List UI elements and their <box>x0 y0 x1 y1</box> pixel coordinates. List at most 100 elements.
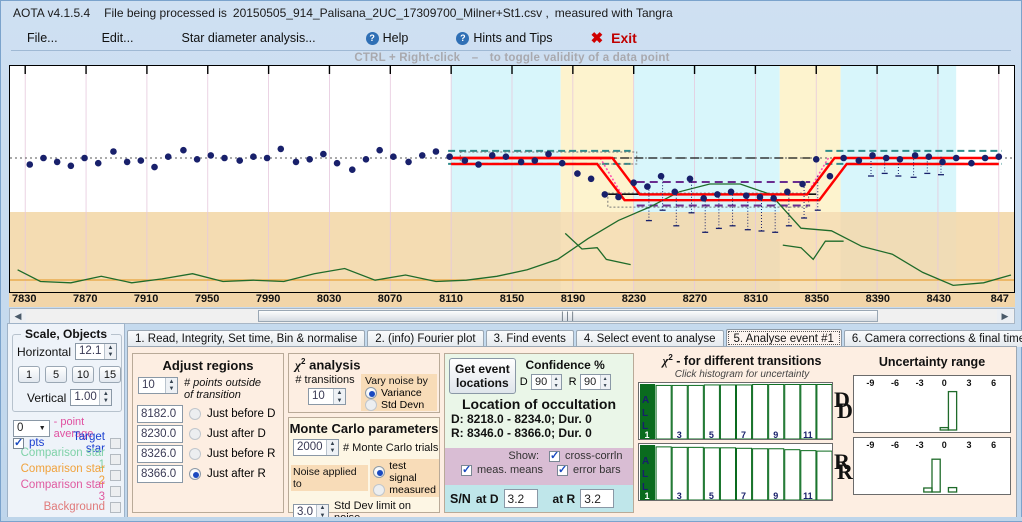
stepper-up-icon-6[interactable]: ▲ <box>317 505 328 513</box>
checkbox-object-4[interactable] <box>110 501 121 513</box>
svg-text:3: 3 <box>677 430 682 439</box>
x-tick-label-7: 8110 <box>439 293 463 305</box>
object-label-3: Comparison star 3 <box>20 479 105 503</box>
checkbox-meas-means[interactable] <box>461 463 472 476</box>
tab-3[interactable]: 3. Find events <box>485 330 574 347</box>
hint-left: CTRL + Right-click <box>354 52 461 64</box>
checkbox-object-0[interactable] <box>110 437 121 449</box>
object-label-4: Background <box>43 501 105 513</box>
object-row-comparison-star-3: Comparison star 3 <box>13 479 121 503</box>
vertical-stepper-buttons[interactable]: ▲ ▼ <box>99 390 112 406</box>
transitions-panel-title: - for different transitions <box>676 354 822 369</box>
zoom-preset-1[interactable]: 1 <box>18 366 40 383</box>
zoom-preset-15[interactable]: 15 <box>99 366 121 383</box>
stepper-up-icon-5[interactable]: ▲ <box>327 440 338 448</box>
tab-5[interactable]: 5. Analyse event #1 <box>725 329 842 347</box>
noise-applied-radio-1[interactable] <box>373 484 386 496</box>
vertical-scale-stepper[interactable]: 1.00 ▲ ▼ <box>70 389 113 406</box>
vary-noise-radio-1[interactable] <box>365 399 377 412</box>
stepper-down-icon[interactable]: ▼ <box>105 352 116 360</box>
stepper-up-icon-3[interactable]: ▲ <box>166 378 177 386</box>
light-curve-plot[interactable] <box>9 65 1015 293</box>
checkbox-object-3[interactable] <box>110 485 121 497</box>
chi2-histogram-d[interactable]: 1 3 5 7 9 11 A L L <box>638 382 833 441</box>
scroll-left-arrow-icon[interactable]: ◀ <box>10 309 26 323</box>
menu-item-file[interactable]: File... <box>11 29 70 47</box>
stepper-down-icon-4[interactable]: ▼ <box>334 397 345 405</box>
zoom-preset-5[interactable]: 5 <box>45 366 67 383</box>
get-event-locations-button[interactable]: Get event locations <box>449 358 516 394</box>
scrollbar-grip-icon: ⎮⎮⎮ <box>560 311 576 321</box>
vary-noise-label-1: Std Devn <box>381 399 425 412</box>
region-radio-1[interactable] <box>189 428 201 440</box>
noise-applied-label-1: measured <box>389 484 436 496</box>
scroll-right-arrow-icon[interactable]: ▶ <box>997 309 1013 323</box>
npoints-stepper[interactable]: 10 ▲ ▼ <box>138 377 178 394</box>
stepper-down-icon-7[interactable]: ▼ <box>552 382 561 389</box>
scrollbar-thumb[interactable]: ⎮⎮⎮ <box>258 310 878 322</box>
region-value-1[interactable]: 8230.0 <box>137 425 183 443</box>
checkbox-error-bars[interactable] <box>557 463 568 476</box>
transitions-value: 10 <box>312 390 325 403</box>
uncertainty-histogram-r[interactable]: -9 -6 -3 0 3 6 <box>853 437 1011 495</box>
tab-1[interactable]: 1. Read, Integrity, Set time, Bin & norm… <box>127 330 366 347</box>
checkbox-object-2[interactable] <box>110 469 121 481</box>
region-value-0[interactable]: 8182.0 <box>137 405 183 423</box>
noise-applied-radio-0[interactable] <box>373 466 386 478</box>
horizontal-scale-stepper[interactable]: 12.1 ▲ ▼ <box>75 343 118 360</box>
checkbox-pts[interactable] <box>13 436 24 449</box>
stepper-up-icon-2[interactable]: ▲ <box>100 390 111 398</box>
plot-horizontal-scrollbar[interactable]: ◀ ⎮⎮⎮ ▶ <box>9 308 1015 324</box>
tab-4[interactable]: 4. Select event to analyse <box>575 330 724 347</box>
checkbox-cross-corrln[interactable] <box>549 449 560 462</box>
point-average-select[interactable]: 0 ▼ <box>13 419 50 437</box>
confidence-r-label: R <box>568 376 577 388</box>
confidence-d-stepper-buttons[interactable]: ▲ ▼ <box>550 375 561 389</box>
region-radio-2[interactable] <box>189 448 201 460</box>
menu-item-exit[interactable]: ✖ Exit <box>579 27 649 49</box>
mc-trials-stepper-buttons[interactable]: ▲ ▼ <box>326 440 338 455</box>
sn-at-d-value[interactable]: 3.2 <box>503 489 538 508</box>
menu-item-star-diameter-analysis[interactable]: Star diameter analysis... <box>170 29 328 47</box>
stepper-down-icon-3[interactable]: ▼ <box>166 386 177 394</box>
uncertainty-histogram-r-svg: -9 -6 -3 0 3 6 <box>866 440 996 493</box>
zoom-preset-10[interactable]: 10 <box>72 366 94 383</box>
svg-text:A: A <box>642 395 649 406</box>
chi-square-analysis-panel: χ2 analysis # transitions 10 ▲ ▼ Vary noi… <box>288 353 440 413</box>
mc-trials-stepper[interactable]: 2000 ▲ ▼ <box>293 439 339 456</box>
checkbox-object-1[interactable] <box>110 453 121 465</box>
show-options-bar: Show: cross-corrln meas. means error bar… <box>445 448 633 485</box>
noise-applied-options: test signal measured <box>370 459 439 497</box>
chi2-histogram-r[interactable]: 1 3 5 7 9 11 A L L <box>638 443 833 502</box>
vary-noise-radio-0[interactable] <box>365 387 377 400</box>
region-value-2[interactable]: 8326.0 <box>137 445 183 463</box>
confidence-d-stepper[interactable]: 90 ▲ ▼ <box>530 374 562 390</box>
menu-item-hints-and-tips[interactable]: ? Hints and Tips <box>444 29 564 47</box>
stepper-down-icon-5[interactable]: ▼ <box>327 448 338 456</box>
transitions-stepper-buttons[interactable]: ▲ ▼ <box>333 389 345 405</box>
confidence-r-stepper[interactable]: 90 ▲ ▼ <box>579 374 611 390</box>
confidence-r-stepper-buttons[interactable]: ▲ ▼ <box>599 375 610 389</box>
uncertainty-histogram-d[interactable]: -9 -6 -3 0 3 6 <box>853 375 1011 433</box>
stepper-up-icon-4[interactable]: ▲ <box>334 389 345 397</box>
x-tick-label-13: 8350 <box>804 293 830 305</box>
tab-6[interactable]: 6. Camera corrections & final times Even… <box>843 330 1022 347</box>
sn-at-r-value[interactable]: 3.2 <box>580 489 615 508</box>
horizontal-stepper-buttons[interactable]: ▲ ▼ <box>104 344 117 360</box>
transitions-stepper[interactable]: 10 ▲ ▼ <box>308 388 346 406</box>
npoints-stepper-buttons[interactable]: ▲ ▼ <box>165 378 177 393</box>
stepper-up-icon-8[interactable]: ▲ <box>601 375 610 382</box>
stepper-down-icon-2[interactable]: ▼ <box>100 398 111 406</box>
stepper-up-icon-7[interactable]: ▲ <box>552 375 561 382</box>
region-label-3: Just after R <box>207 468 266 480</box>
region-radio-0[interactable] <box>189 408 201 420</box>
analysis-tab-bar: 1. Read, Integrity, Set time, Bin & norm… <box>127 329 1022 347</box>
stepper-down-icon-8[interactable]: ▼ <box>601 382 610 389</box>
tab-2[interactable]: 2. (info) Fourier plot <box>367 330 484 347</box>
menu-bar: File... Edit... Star diameter analysis..… <box>11 26 1011 51</box>
region-value-3[interactable]: 8366.0 <box>137 465 183 483</box>
stepper-up-icon[interactable]: ▲ <box>105 344 116 352</box>
region-radio-3[interactable] <box>189 468 201 480</box>
menu-item-help[interactable]: ? Help <box>354 29 421 47</box>
menu-item-edit[interactable]: Edit... <box>90 29 146 47</box>
